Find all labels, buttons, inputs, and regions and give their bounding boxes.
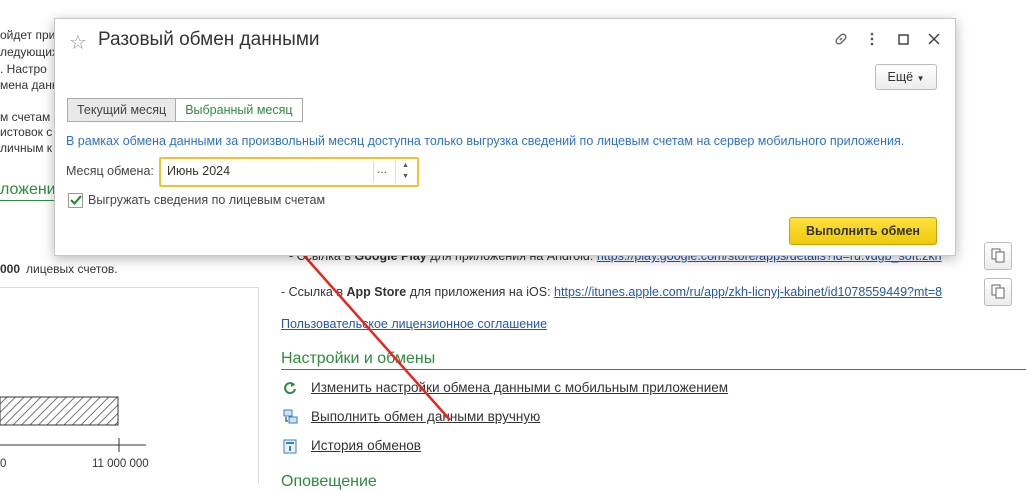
history-icon <box>283 439 297 454</box>
accounts-suffix: лицевых счетов. <box>26 262 118 276</box>
info-text: В рамках обмена данными за произвольный … <box>66 134 905 148</box>
copy-icon <box>991 248 1005 263</box>
link-icon[interactable] <box>833 31 849 47</box>
maximize-icon[interactable] <box>898 34 909 45</box>
axis-tick-left: 0 <box>0 458 7 470</box>
exchange-history-link[interactable]: История обменов <box>311 438 421 453</box>
axis-tick-right: 11 000 000 <box>92 458 149 470</box>
month-value: Июнь 2024 <box>167 164 231 178</box>
month-label: Месяц обмена: <box>66 164 154 178</box>
chevron-down-icon: ▼ <box>916 74 925 83</box>
close-icon[interactable] <box>928 33 940 45</box>
manual-exchange-link[interactable]: Выполнить обмен данными вручную <box>311 409 540 424</box>
refresh-icon <box>284 382 296 395</box>
bg-text-fragment: истовок с <box>0 125 53 139</box>
bg-text-fragment: мена данн <box>0 78 59 92</box>
export-accounts-label[interactable]: Выгружать сведения по лицевым счетам <box>88 193 325 207</box>
bg-section-fragment: ложени <box>0 181 56 198</box>
month-spinner[interactable]: ▲ ▼ <box>395 160 416 184</box>
dialog-title: Разовый обмен данными <box>98 29 320 50</box>
exchange-icon <box>283 409 298 424</box>
execute-exchange-button[interactable]: Выполнить обмен <box>789 217 937 245</box>
copy-icon <box>991 284 1005 299</box>
tab-current-month[interactable]: Текущий месяц <box>67 98 177 122</box>
period-tabs: Текущий месяц Выбранный месяц <box>67 98 303 122</box>
settings-section-title: Настройки и обмены <box>281 350 436 367</box>
spin-down-icon[interactable]: ▼ <box>402 173 409 180</box>
month-input[interactable]: Июнь 2024 ... ▲ ▼ <box>159 157 419 187</box>
tab-selected-month[interactable]: Выбранный месяц <box>176 98 303 122</box>
month-select-button[interactable]: ... <box>377 162 387 176</box>
app-store-line: - Ссылка в App Store для приложения на i… <box>281 285 943 299</box>
bg-text-fragment: ледующих <box>0 45 58 59</box>
bg-text-fragment: м счетам <box>0 110 51 124</box>
field-divider <box>373 162 374 182</box>
copy-google-link-button[interactable] <box>984 242 1012 270</box>
more-button[interactable]: Ещё ▼ <box>875 64 937 90</box>
change-exchange-settings-link[interactable]: Изменить настройки обмена данными с моби… <box>311 380 728 395</box>
bg-text-fragment: личным к <box>0 141 53 155</box>
one-time-exchange-dialog: ☆ Разовый обмен данными Ещё ▼ Текущий ме… <box>54 18 956 256</box>
accounts-count: 000 <box>0 262 21 276</box>
section-underline <box>0 200 54 201</box>
app-store-link[interactable]: https://itunes.apple.com/ru/app/zkh-licn… <box>554 285 942 299</box>
notifications-section-fragment: Оповещение <box>281 473 377 490</box>
favorite-star-icon[interactable]: ☆ <box>69 30 87 55</box>
chart-bar <box>0 396 146 452</box>
checkmark-icon <box>70 195 82 206</box>
copy-appstore-link-button[interactable] <box>984 278 1012 306</box>
spin-up-icon[interactable]: ▲ <box>402 162 409 169</box>
license-agreement-link[interactable]: Пользовательское лицензионное соглашение <box>281 317 547 331</box>
bg-text-fragment: ойдет при <box>0 28 56 42</box>
export-accounts-checkbox[interactable] <box>68 193 83 208</box>
section-underline <box>281 369 1026 370</box>
more-vertical-icon[interactable] <box>869 31 875 47</box>
bg-text-fragment: . Настро <box>0 62 47 76</box>
